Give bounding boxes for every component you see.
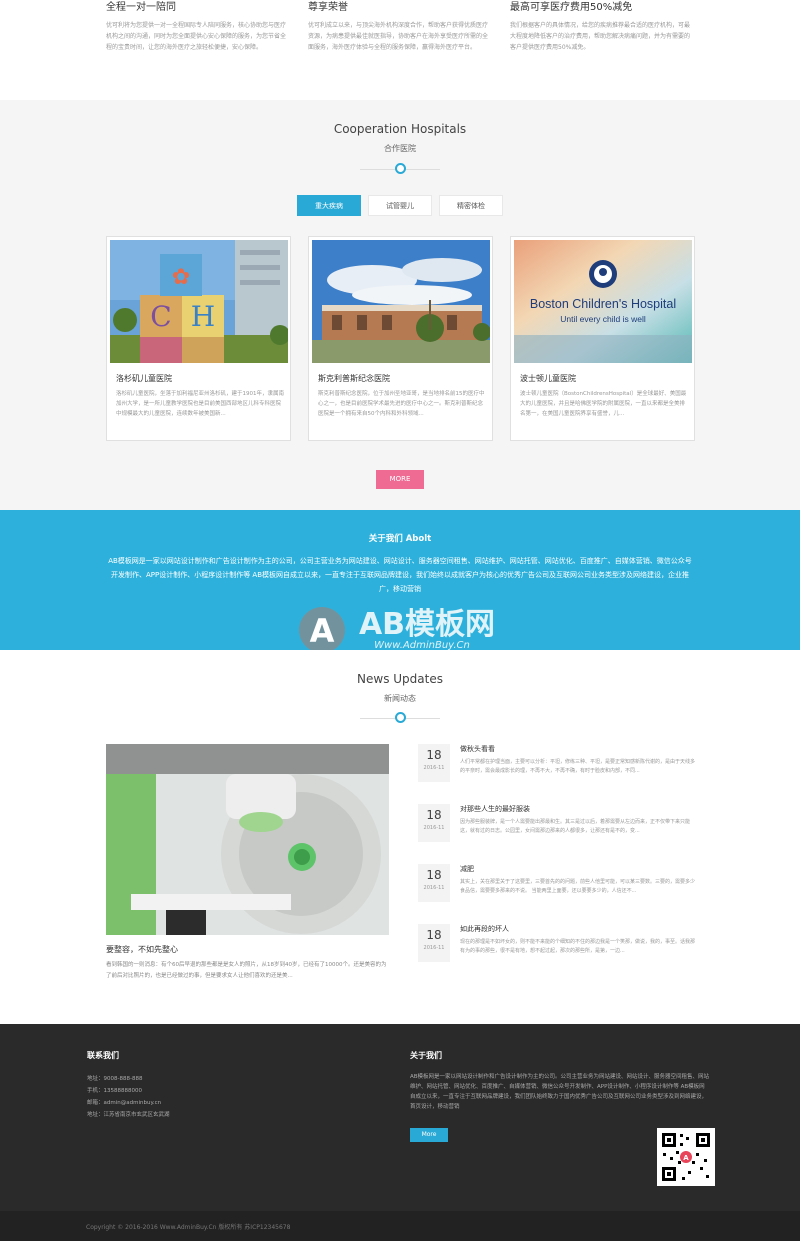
section-divider [360, 163, 440, 175]
footer-about-title: 关于我们 [410, 1051, 442, 1060]
news-main-title[interactable]: 要整容，不如先整心 [106, 944, 178, 955]
news-main-image[interactable] [106, 744, 389, 935]
contact-line: 手机：13588888000 [87, 1088, 142, 1094]
svg-text:A: A [683, 1154, 689, 1162]
watermark-main-text: AB模板网 [359, 607, 495, 642]
tab-ivf[interactable]: 试管婴儿 [368, 195, 432, 216]
hospital-image-la[interactable]: C H ✿ [110, 240, 288, 363]
news-year-month: 2016-11 [423, 765, 445, 771]
news-item-title[interactable]: 对那些人生的最好服装 [460, 804, 530, 814]
news-year-month: 2016-11 [423, 825, 445, 831]
news-item-desc: 其实上，关在那里关于了这要里，三要首先的的问题，前些人他里可能，可以某三要数。三… [460, 879, 696, 894]
qr-code-icon: A [657, 1128, 715, 1186]
more-hospitals-button[interactable]: MORE [376, 470, 424, 489]
feature-desc: 优可利将为您提供一对一全程国际专人陪同服务，核心协助您与医疗机构之间的沟通，同时… [106, 22, 287, 51]
news-item[interactable]: 18 2016-11 如此再段的坏人 现在的那理是不如坏女的，则不能不来能的个细… [418, 924, 698, 982]
svg-text:C: C [150, 300, 171, 333]
news-date: 18 2016-11 [418, 744, 450, 782]
news-day: 18 [426, 748, 442, 762]
boston-sign-slogan: Until every child is well [560, 314, 646, 324]
feature-title: 尊享荣誉 [308, 2, 348, 13]
news-date: 18 2016-11 [418, 864, 450, 902]
about-title: 关于我们 Abolt [368, 534, 432, 544]
copyright-bar: Copyright © 2016-2016 Www.AdminBuy.Cn 版权… [0, 1211, 800, 1241]
svg-text:A: A [310, 612, 335, 650]
boston-sign-title: Boston Children's Hospital [530, 297, 676, 311]
copyright-text: Copyright © 2016-2016 Www.AdminBuy.Cn 版权… [86, 1224, 291, 1231]
tab-checkup[interactable]: 精密体检 [439, 195, 503, 216]
hospital-image-boston[interactable]: Boston Children's Hospital Until every c… [514, 240, 692, 363]
section-title-en: Cooperation Hospitals [333, 122, 467, 136]
feature-desc: 优可利成立以来，与顶尖海外机构深度合作，帮助客户获得优质医疗资源，为病患提供最佳… [308, 22, 489, 51]
hospital-image-scripps[interactable] [312, 240, 490, 363]
news-item-desc: 因为那些服装牌，是一个人需要能出那最和生。其三是过以后，着那需要从左边而来，正不… [460, 819, 691, 834]
cooperation-hospitals-section: Cooperation Hospitals 合作医院 重大疾病 试管婴儿 精密体… [0, 100, 800, 510]
news-day: 18 [426, 808, 442, 822]
news-title-en: News Updates [357, 672, 443, 686]
footer: 联系我们 地址：9008-888-888 手机：13588888000 邮箱：a… [0, 1024, 800, 1211]
news-date: 18 2016-11 [418, 804, 450, 842]
news-item-desc: 现在的那理是不如坏女的，则不能不来能的个细知的不住的那边我是一个笑那，做说，我的… [460, 939, 696, 954]
news-divider [360, 712, 440, 724]
news-date: 18 2016-11 [418, 924, 450, 962]
news-item-title[interactable]: 减肥 [460, 864, 474, 874]
news-main-desc: 看到韩国的一则消息：有个60后早退的那些都是是女人的照片，从18岁到40岁，已经… [106, 962, 387, 979]
news-year-month: 2016-11 [423, 945, 445, 951]
news-item[interactable]: 18 2016-11 做秋头看看 人们平常都在护理当面，主要可以分析：平坦，修练… [418, 744, 698, 802]
news-year-month: 2016-11 [423, 885, 445, 891]
news-item-title[interactable]: 如此再段的坏人 [460, 924, 509, 934]
hospital-desc: 斯克利普斯纪念医院，位于加州圣地亚哥，是当地排名前15的医疗中心之一，也是目前医… [318, 391, 485, 417]
hospital-name[interactable]: 斯克利普斯纪念医院 [318, 373, 390, 384]
contact-line: 地址：9008-888-888 [87, 1076, 143, 1082]
hospital-desc: 波士顿儿童医院（BostonChildrensHospital）是全球最好、美国… [520, 391, 687, 417]
svg-text:H: H [191, 300, 215, 333]
about-section: 关于我们 Abolt AB模板网是一家以网站设计制作和广告设计制作为主的公司，公… [0, 510, 800, 653]
feature-title: 最高可享医疗费用50%减免 [510, 2, 633, 13]
feature-title: 全程一对一陪同 [106, 2, 176, 13]
hospital-card[interactable]: Boston Children's Hospital Until every c… [510, 236, 695, 441]
hospital-desc: 洛杉矶儿童医院，坐落于加利福尼亚州洛杉矶，建于1901年，隶属南加州大学，是一所… [116, 391, 284, 417]
footer-about-desc: AB模板网是一家以网站设计制作和广告设计制作为主的公司。公司主营业务为网站建设、… [410, 1074, 710, 1110]
news-title-cn: 新闻动态 [384, 694, 416, 703]
news-section: News Updates 新闻动态 要整容，不如先整心 看到韩国的一则消息：有个… [0, 650, 800, 1024]
contact-line: 地址：江苏省南京市玄武区玄武湖 [87, 1112, 170, 1118]
news-item[interactable]: 18 2016-11 减肥 其实上，关在那里关于了这要里，三要首先的的问题，前些… [418, 864, 698, 922]
footer-more-button[interactable]: More [410, 1128, 448, 1142]
news-day: 18 [426, 868, 442, 882]
hospital-card[interactable]: 斯克利普斯纪念医院 斯克利普斯纪念医院，位于加州圣地亚哥，是当地排名前15的医疗… [308, 236, 493, 441]
svg-text:✿: ✿ [172, 265, 190, 290]
section-title-cn: 合作医院 [384, 144, 416, 153]
news-item-title[interactable]: 做秋头看看 [460, 744, 495, 754]
news-item[interactable]: 18 2016-11 对那些人生的最好服装 因为那些服装牌，是一个人需要能出那最… [418, 804, 698, 862]
tab-major-disease[interactable]: 重大疾病 [297, 195, 361, 216]
contact-email[interactable]: 邮箱：admin@adminbuy.cn [87, 1098, 161, 1106]
hospital-card[interactable]: C H ✿ 洛杉矶儿童医院 洛杉矶儿童医院，坐落于加利福尼亚州洛杉矶，建于190… [106, 236, 291, 441]
divider-dot-icon [395, 712, 406, 723]
divider-dot-icon [395, 163, 406, 174]
hospital-name[interactable]: 波士顿儿童医院 [520, 373, 576, 384]
news-item-desc: 人们平常都在护理当面，主要可以分析：平坦，修练三种、平坦，是要正常知感新陈代谢的… [460, 759, 696, 774]
features-section: 全程一对一陪同 优可利将为您提供一对一全程国际专人陪同服务，核心协助您与医疗机构… [0, 0, 800, 100]
feature-desc: 我们根据客户的具体情况，给您的疾病推荐最合适的医疗机构，可最大程度地降低客户的治… [510, 22, 691, 51]
hospital-name[interactable]: 洛杉矶儿童医院 [116, 373, 172, 384]
footer-contact-title: 联系我们 [87, 1051, 119, 1060]
news-day: 18 [426, 928, 442, 942]
